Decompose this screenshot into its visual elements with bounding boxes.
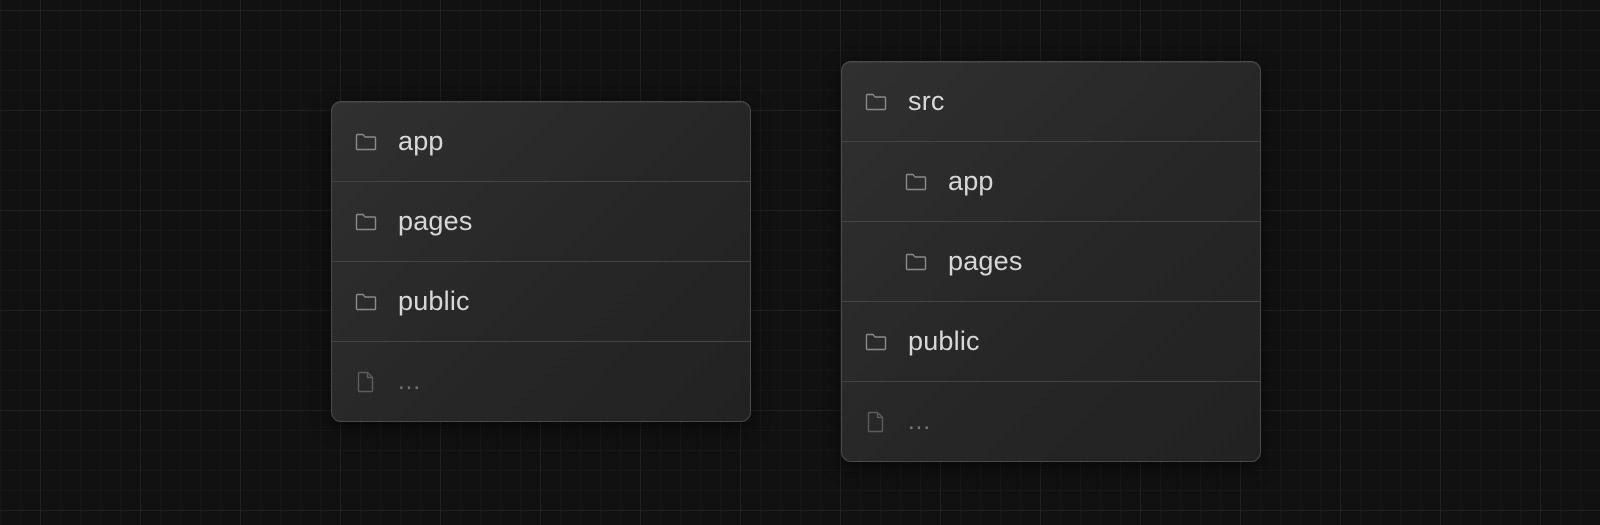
tree-row-src[interactable]: src [842,62,1260,141]
file-icon [354,370,378,394]
folder-icon [864,330,888,354]
folder-icon [904,250,928,274]
tree-row-public[interactable]: public [842,301,1260,381]
tree-row-app[interactable]: app [332,102,750,181]
tree-row-src-pages[interactable]: pages [842,221,1260,301]
tree-row-more-files[interactable]: ... [332,341,750,421]
folder-icon [354,130,378,154]
tree-row-label: ... [398,367,422,395]
tree-row-label: app [398,126,444,156]
tree-row-label: public [908,326,980,356]
tree-row-label: ... [908,407,932,435]
tree-row-label: pages [948,246,1023,276]
folder-icon [904,170,928,194]
file-icon [864,410,888,434]
tree-row-label: public [398,286,470,316]
file-tree-left: app pages public ... [331,101,751,422]
folder-icon [864,90,888,114]
folder-icon [354,290,378,314]
tree-row-pages[interactable]: pages [332,181,750,261]
tree-row-more-files[interactable]: ... [842,381,1260,461]
tree-row-label: pages [398,206,473,236]
folder-icon [354,210,378,234]
file-tree-right: src app pages public ... [841,61,1261,462]
tree-row-label: src [908,86,945,116]
tree-row-label: app [948,166,994,196]
tree-row-src-app[interactable]: app [842,141,1260,221]
tree-row-public[interactable]: public [332,261,750,341]
